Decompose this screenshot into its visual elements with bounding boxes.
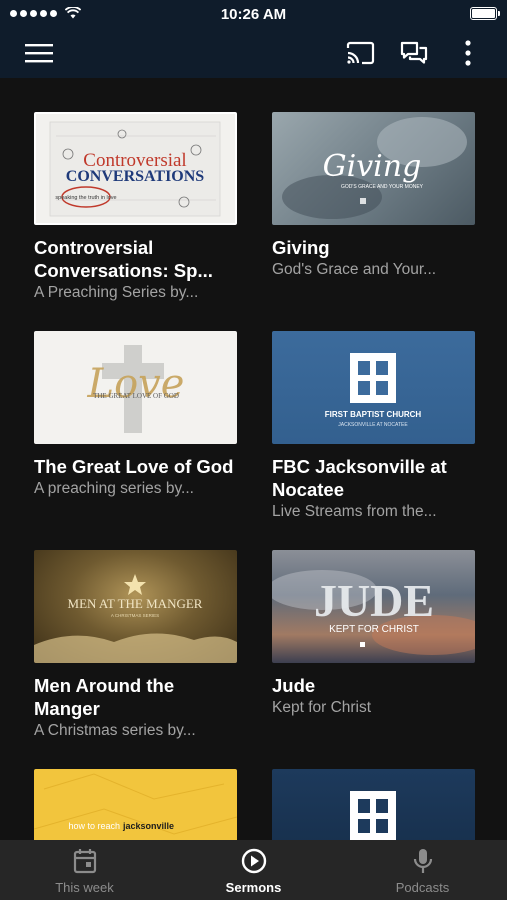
series-subtitle: A Christmas series by...	[34, 722, 196, 739]
chat-bubbles-icon	[400, 41, 428, 64]
series-card[interactable]: JUDE KEPT FOR CHRIST Jude Kept for Chris…	[272, 550, 475, 718]
tab-sermons[interactable]: Sermons	[169, 840, 338, 900]
tab-this-week[interactable]: This week	[0, 840, 169, 900]
artwork-text: GOD'S GRACE AND YOUR MONEY	[341, 184, 424, 190]
series-title: FBC Jacksonville at Nocatee	[272, 456, 447, 500]
artwork-text: FIRST BAPTIST CHURCH	[325, 410, 422, 419]
artwork-text: A CHRISTMAS SERIES	[111, 613, 159, 618]
cast-button[interactable]	[343, 36, 377, 70]
tab-label: This week	[55, 880, 114, 895]
artwork-text: Giving	[323, 149, 422, 184]
series-artwork: Love THE GREAT LOVE OF GOD	[34, 331, 237, 444]
wifi-icon	[65, 7, 81, 19]
signal-strength	[10, 7, 81, 19]
series-artwork: Giving GOD'S GRACE AND YOUR MONEY	[272, 112, 475, 225]
battery-icon	[470, 7, 500, 20]
status-bar: 10:26 AM	[0, 0, 507, 28]
series-card[interactable]: how to reach jacksonville	[34, 769, 237, 840]
artwork-text: KEPT FOR CHRIST	[329, 624, 419, 635]
series-card[interactable]: MEN AT THE MANGER A CHRISTMAS SERIES Men…	[34, 550, 237, 741]
series-subtitle: A Preaching Series by...	[34, 284, 199, 301]
play-circle-icon	[241, 848, 266, 874]
artwork-text: JACKSONVILLE AT NOCATEE	[338, 422, 408, 428]
bottom-tab-bar: This week Sermons Podcasts	[0, 840, 507, 900]
more-vertical-icon	[465, 40, 471, 66]
series-title: Men Around the Manger	[34, 675, 175, 719]
series-card[interactable]: FIRST BAPTIST CHURCH JACKSONVILLE AT NOC…	[272, 331, 475, 522]
artwork-text: speaking the truth in love	[55, 195, 116, 201]
series-grid: Controversial CONVERSATIONS speaking the…	[0, 78, 507, 840]
series-subtitle: A preaching series by...	[34, 480, 194, 497]
series-artwork: MEN AT THE MANGER A CHRISTMAS SERIES	[34, 550, 237, 663]
series-subtitle: God's Grace and Your...	[272, 261, 437, 278]
series-card[interactable]: Giving GOD'S GRACE AND YOUR MONEY Giving…	[272, 112, 475, 280]
series-artwork	[272, 769, 475, 840]
status-time: 10:26 AM	[220, 5, 287, 23]
series-title: The Great Love of God	[34, 456, 234, 477]
series-artwork: FIRST BAPTIST CHURCH JACKSONVILLE AT NOC…	[272, 331, 475, 444]
menu-button[interactable]	[22, 36, 56, 70]
artwork-text: Love	[87, 361, 185, 407]
artwork-text: jacksonville	[122, 821, 174, 831]
series-card[interactable]: Love THE GREAT LOVE OF GOD The Great Lov…	[34, 331, 237, 499]
series-title: Giving	[272, 237, 330, 258]
microphone-icon	[413, 849, 432, 873]
series-card[interactable]: Controversial CONVERSATIONS speaking the…	[34, 112, 237, 303]
series-title: Controversial Conversations: Sp...	[34, 237, 213, 281]
artwork-text: THE GREAT LOVE OF GOD	[93, 392, 179, 400]
calendar-icon	[73, 849, 96, 874]
series-artwork: JUDE KEPT FOR CHRIST	[272, 550, 475, 663]
app-bar	[0, 28, 507, 78]
more-button[interactable]	[451, 36, 485, 70]
hamburger-menu-icon	[25, 44, 53, 63]
tab-label: Podcasts	[395, 880, 450, 895]
cast-icon	[346, 41, 375, 65]
artwork-text: MEN AT THE MANGER	[68, 596, 203, 611]
series-artwork: how to reach jacksonville	[34, 769, 237, 840]
artwork-text: CONVERSATIONS	[66, 168, 205, 185]
tab-podcasts[interactable]: Podcasts	[338, 840, 507, 900]
series-subtitle: Kept for Christ	[272, 699, 372, 716]
series-card[interactable]	[272, 769, 475, 840]
tab-label: Sermons	[225, 880, 282, 895]
series-title: Jude	[272, 675, 316, 696]
artwork-text: JUDE	[314, 575, 434, 626]
series-artwork: Controversial CONVERSATIONS speaking the…	[34, 112, 237, 225]
chat-button[interactable]	[397, 36, 431, 70]
artwork-text: how to reach	[68, 821, 120, 831]
series-subtitle: Live Streams from the...	[272, 503, 437, 520]
